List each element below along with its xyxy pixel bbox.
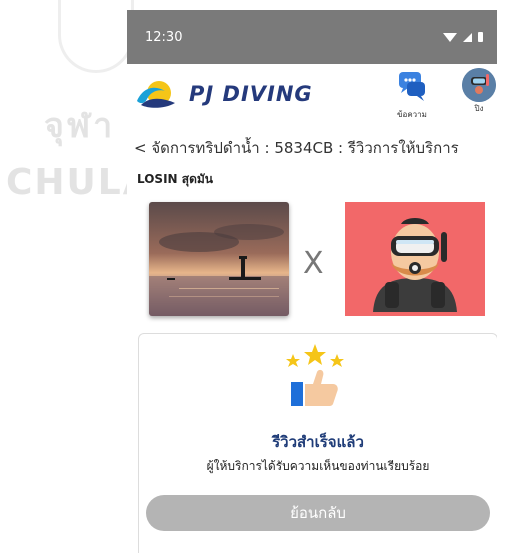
user-profile-button[interactable]: ปิง — [459, 68, 497, 115]
diver-card — [345, 202, 485, 316]
sunset-lighthouse-image — [149, 202, 289, 316]
review-success-description: ผู้ให้บริการได้รับความเห็นของท่านเรียบร้… — [206, 459, 430, 473]
review-success-card: รีวิวสำเร็จแล้ว ผู้ให้บริการได้รับความเห… — [138, 333, 497, 553]
wifi-icon — [443, 32, 457, 42]
back-button[interactable]: ย้อนกลับ — [146, 495, 490, 531]
watermark-thai-text: จุฬา — [44, 106, 116, 146]
diver-avatar-icon — [462, 68, 496, 102]
review-success-title: รีวิวสำเร็จแล้ว — [272, 433, 364, 451]
app-bar: PJ DIVING ข้อความ ปิง — [127, 64, 497, 122]
status-icons — [443, 32, 483, 42]
comparison-separator: X — [303, 246, 324, 281]
avatar — [462, 68, 496, 102]
messages-label: ข้อความ — [397, 110, 427, 119]
user-label: ปิง — [474, 104, 484, 113]
battery-icon — [478, 32, 483, 42]
status-bar: 12:30 — [127, 10, 497, 64]
brand-name: PJ DIVING — [189, 82, 313, 106]
wave-logo-icon — [137, 81, 175, 108]
trip-photo — [149, 202, 289, 316]
chat-bubble-icon — [399, 72, 425, 101]
brand-logo[interactable]: PJ DIVING — [135, 79, 313, 109]
watermark-seal — [58, 0, 134, 73]
thumbs-up-stars-icon — [286, 344, 344, 406]
reviewer-name: LOSIN สุดมัน — [137, 172, 213, 186]
phone-screen: 12:30 PJ DIVING ข้อความ ปิง < จัดการทริป… — [127, 10, 497, 553]
messages-button[interactable]: ข้อความ — [387, 70, 437, 121]
status-time: 12:30 — [145, 29, 183, 45]
signal-icon — [463, 32, 472, 42]
scuba-diver-icon — [345, 202, 485, 316]
breadcrumb[interactable]: < จัดการทริปดำน้ำ : 5834CB : รีวิวการให้… — [134, 136, 459, 160]
